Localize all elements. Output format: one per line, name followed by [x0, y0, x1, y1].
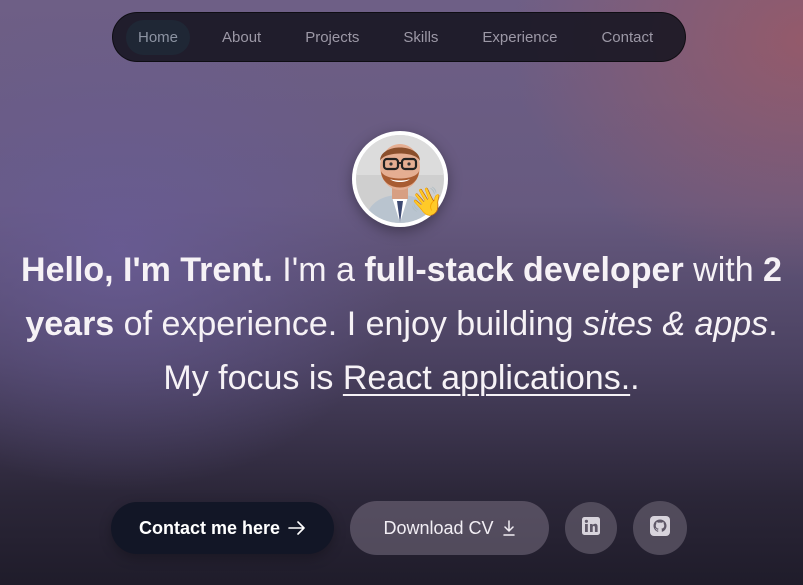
- intro-segment-2: with: [683, 251, 764, 289]
- intro-segment-5: .: [630, 359, 640, 397]
- sites-apps: sites & apps: [582, 305, 769, 343]
- nav-item-projects[interactable]: Projects: [293, 20, 371, 55]
- contact-button[interactable]: Contact me here: [111, 502, 334, 554]
- top-navigation: Home About Projects Skills Experience Co…: [112, 12, 686, 62]
- nav-item-about[interactable]: About: [210, 20, 273, 55]
- contact-button-label: Contact me here: [138, 517, 281, 538]
- waving-hand-icon: 👋: [409, 185, 444, 218]
- arrow-right-icon: [288, 521, 306, 535]
- nav-item-contact[interactable]: Contact: [589, 20, 665, 55]
- linkedin-button[interactable]: [565, 502, 617, 554]
- nav-item-experience[interactable]: Experience: [470, 20, 569, 55]
- github-icon: [650, 516, 670, 540]
- role: full-stack developer: [364, 251, 684, 289]
- download-cv-label: Download CV: [383, 517, 494, 538]
- github-button[interactable]: [633, 501, 687, 555]
- greeting: Hello, I'm Trent.: [21, 251, 273, 289]
- nav-item-skills[interactable]: Skills: [391, 20, 450, 55]
- intro-segment-1: I'm a: [272, 251, 365, 289]
- download-icon: [502, 520, 516, 536]
- nav-item-home[interactable]: Home: [126, 19, 191, 55]
- download-cv-button[interactable]: Download CV: [350, 501, 549, 555]
- intro-text: Hello, I'm Trent. I'm a full-stack devel…: [20, 243, 783, 405]
- linkedin-icon: [582, 517, 600, 539]
- intro-segment-3: of experience. I enjoy building: [114, 305, 583, 343]
- focus: React applications.: [342, 359, 631, 397]
